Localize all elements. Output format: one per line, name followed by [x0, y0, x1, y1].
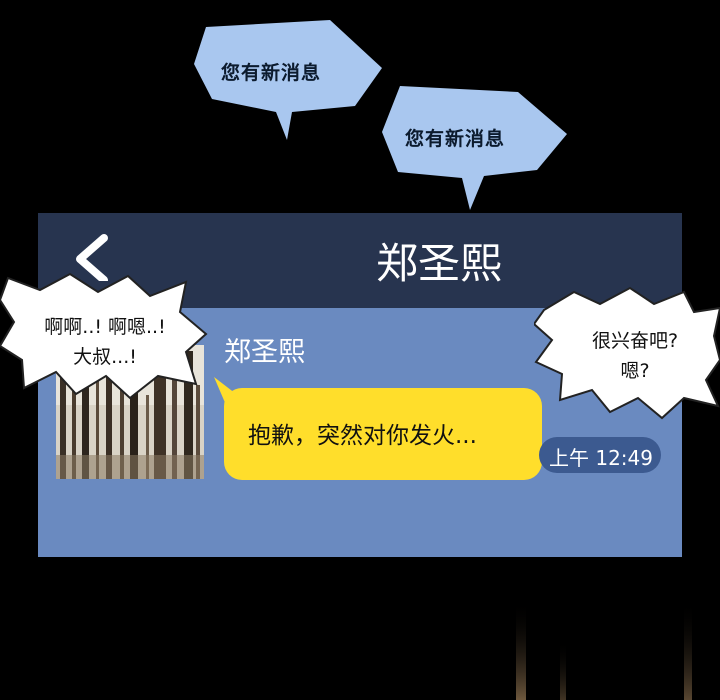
background-light-streaks [516, 600, 692, 700]
message-text: 抱歉，突然对你发火... [248, 423, 477, 449]
notification-text-1: 您有新消息 [221, 62, 322, 84]
shout-left-text: 啊啊..! 啊嗯..! 大叔...! [20, 312, 190, 372]
notification-bubble-1 [0, 0, 720, 220]
shout-right-line-2: 嗯? [620, 360, 650, 382]
notification-bubble-shape-1 [194, 20, 567, 210]
shout-right-line-1: 很兴奋吧? [591, 330, 679, 352]
sender-name: 郑圣熙 [224, 337, 305, 368]
timestamp-pill: 上午 12:49 [539, 437, 661, 473]
message-bubble[interactable]: 抱歉，突然对你发火... [224, 388, 542, 480]
notification-text-2: 您有新消息 [405, 128, 506, 150]
shout-left-line-1: 啊啊..! 啊嗯..! [44, 316, 166, 338]
contact-title: 郑圣熙 [376, 239, 503, 288]
shout-left-line-2: 大叔...! [73, 346, 137, 368]
shout-right-text: 很兴奋吧? 嗯? [560, 326, 710, 386]
timestamp: 上午 12:49 [549, 446, 653, 470]
